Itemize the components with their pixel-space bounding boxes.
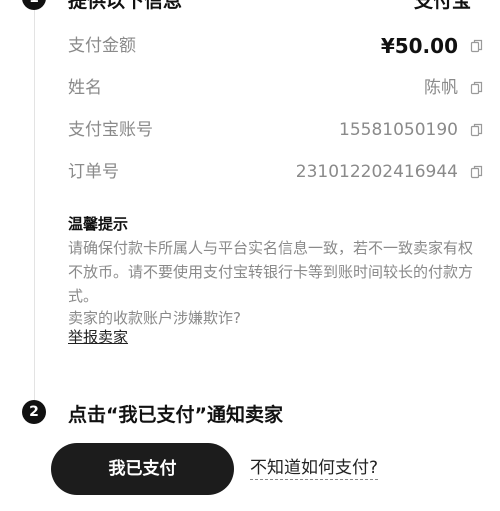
step-2-title: 点击“我已支付”通知卖家 xyxy=(68,404,283,426)
copy-icon[interactable] xyxy=(470,39,484,53)
step-2-badge: 2 xyxy=(22,400,46,424)
paid-button[interactable]: 我已支付 xyxy=(51,443,234,495)
step-1-badge: 1 xyxy=(22,0,46,10)
copy-icon[interactable] xyxy=(470,81,484,95)
name-value: 陈帆 xyxy=(424,78,458,98)
payment-method-title: 支付宝 xyxy=(414,0,472,12)
order-number-row: 订单号 231012202416944 xyxy=(68,158,484,186)
fraud-question: 卖家的收款账户涉嫌欺诈? xyxy=(68,309,241,327)
order-number-value: 231012202416944 xyxy=(295,162,458,182)
alipay-account-value: 15581050190 xyxy=(339,120,458,140)
name-row: 姓名 陈帆 xyxy=(68,74,484,102)
payment-amount-value: ¥50.00 xyxy=(380,34,458,58)
payment-amount-label: 支付金额 xyxy=(68,36,136,56)
tips-body: 请确保付款卡所属人与平台实名信息一致，若不一致卖家有权不放币。请不要使用支付宝转… xyxy=(68,239,474,305)
tips-title: 温馨提示 xyxy=(68,215,129,233)
step-1-title: 提供以下信息 xyxy=(68,0,183,12)
step-connector-line xyxy=(34,0,35,405)
report-seller-link[interactable]: 举报卖家 xyxy=(68,327,128,347)
alipay-account-row: 支付宝账号 15581050190 xyxy=(68,116,484,144)
copy-icon[interactable] xyxy=(470,165,484,179)
how-to-pay-link[interactable]: 不知道如何支付? xyxy=(250,457,379,480)
copy-icon[interactable] xyxy=(470,123,484,137)
name-label: 姓名 xyxy=(68,78,102,98)
alipay-account-label: 支付宝账号 xyxy=(68,120,153,140)
order-number-label: 订单号 xyxy=(68,162,119,182)
payment-amount-row: 支付金额 ¥50.00 xyxy=(68,32,484,60)
